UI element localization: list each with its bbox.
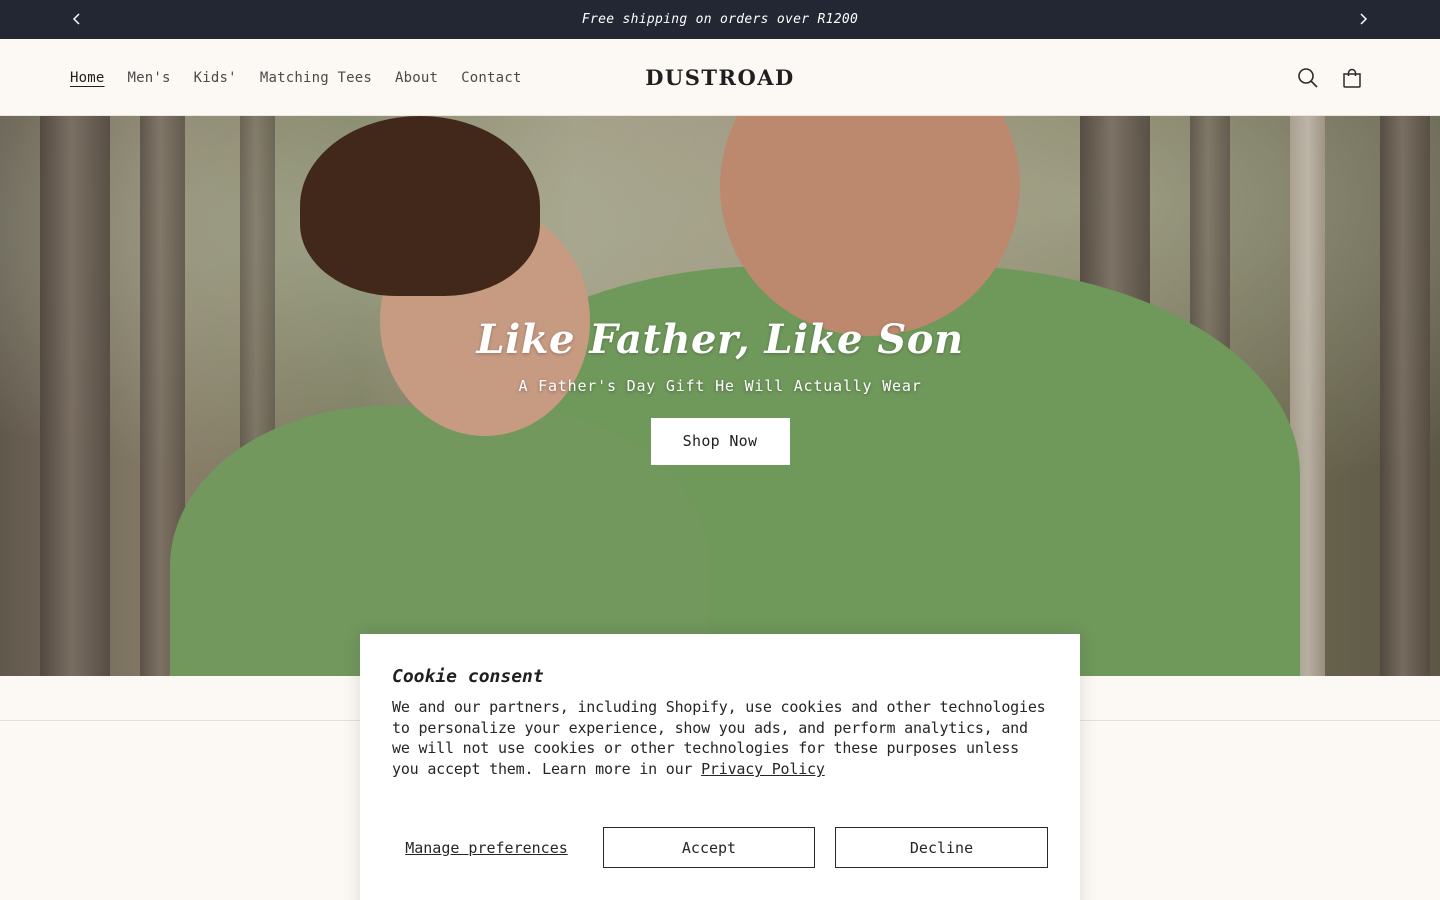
cookie-body: We and our partners, including Shopify, …: [392, 697, 1048, 780]
announcement-bar: Free shipping on orders over R1200: [0, 0, 1440, 39]
search-button[interactable]: [1288, 58, 1328, 98]
site-header: Home Men's Kids' Matching Tees About Con…: [0, 39, 1440, 116]
hero-content: Like Father, Like Son A Father's Day Gif…: [0, 316, 1440, 465]
nav-about[interactable]: About: [395, 70, 438, 86]
nav-matching-tees[interactable]: Matching Tees: [260, 70, 372, 86]
hero-title: Like Father, Like Son: [476, 316, 964, 363]
chevron-left-icon: [72, 13, 80, 25]
announcement-prev-button[interactable]: [66, 8, 88, 30]
nav-home[interactable]: Home: [70, 70, 105, 86]
nav-kids[interactable]: Kids': [194, 70, 237, 86]
cookie-title: Cookie consent: [392, 666, 544, 687]
nav-mens[interactable]: Men's: [128, 70, 171, 86]
main-nav: Home Men's Kids' Matching Tees About Con…: [70, 39, 545, 116]
manage-preferences-button[interactable]: Manage preferences: [392, 827, 581, 868]
search-icon: [1298, 68, 1318, 88]
nav-contact[interactable]: Contact: [461, 70, 521, 86]
chevron-right-icon: [1360, 13, 1368, 25]
announcement-next-button[interactable]: [1352, 8, 1374, 30]
cart-icon: [1343, 68, 1361, 88]
cookie-consent-dialog: Cookie consent We and our partners, incl…: [360, 634, 1080, 900]
shop-now-button[interactable]: Shop Now: [650, 418, 790, 465]
privacy-policy-link[interactable]: Privacy Policy: [701, 760, 825, 778]
site-logo[interactable]: DUSTROAD: [620, 39, 820, 116]
hero-banner: Like Father, Like Son A Father's Day Gif…: [0, 116, 1440, 676]
cookie-actions: Manage preferences Accept Decline: [392, 827, 1048, 868]
hero-subtitle: A Father's Day Gift He Will Actually Wea…: [518, 377, 922, 395]
accept-button[interactable]: Accept: [603, 827, 815, 868]
decline-button[interactable]: Decline: [835, 827, 1048, 868]
announcement-text: Free shipping on orders over R1200: [581, 12, 859, 27]
cart-button[interactable]: [1332, 58, 1372, 98]
